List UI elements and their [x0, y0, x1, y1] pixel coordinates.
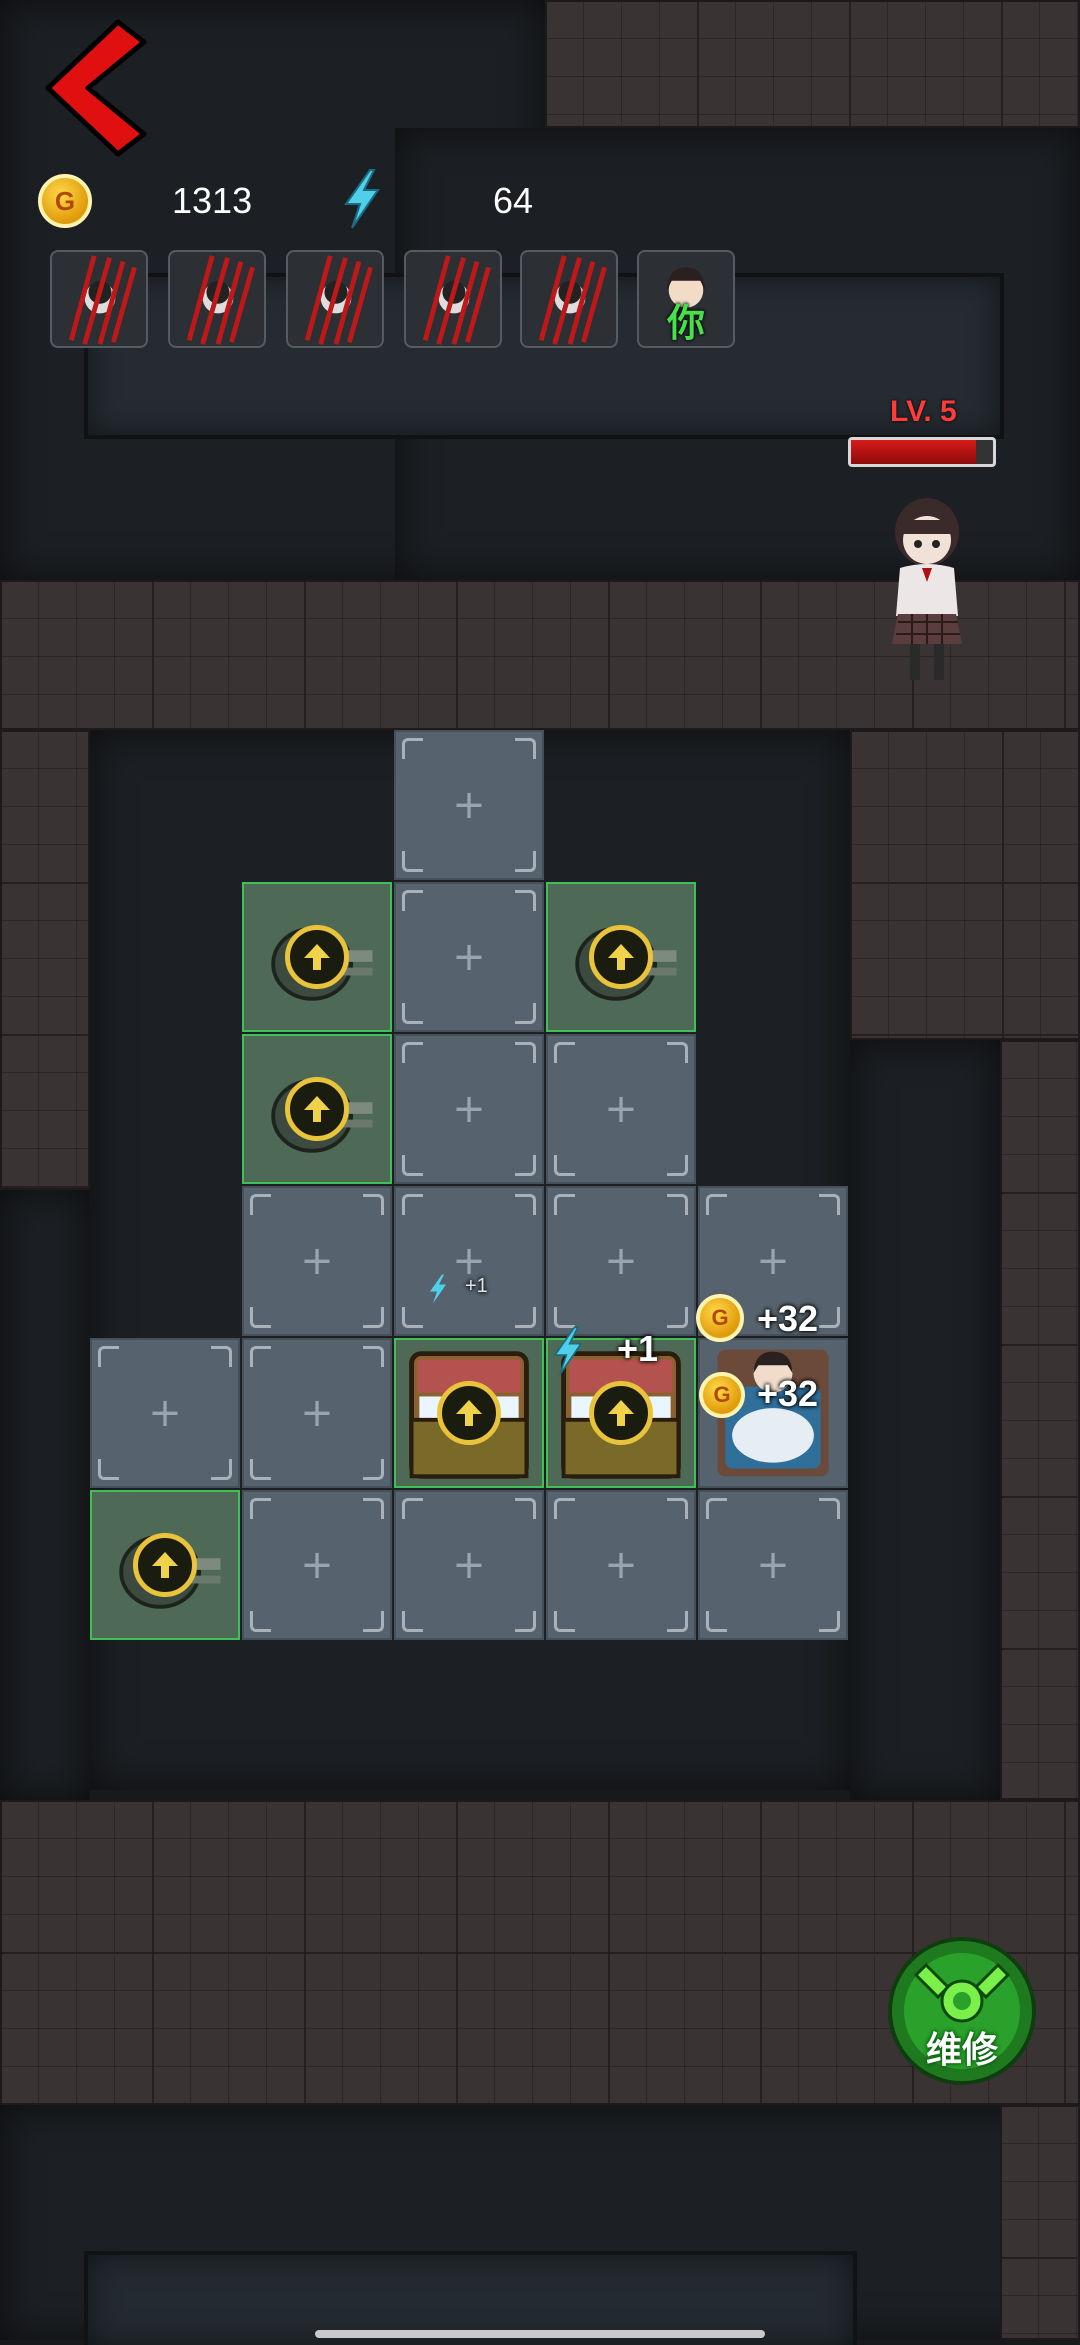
energy-float-small: +1	[465, 1275, 488, 1297]
upgrade-arrow-icon[interactable]	[437, 1381, 501, 1445]
back-button[interactable]	[40, 18, 150, 158]
plus-icon: +	[300, 1390, 334, 1436]
plus-icon: +	[452, 934, 486, 980]
upgrade-arrow-icon[interactable]	[589, 1381, 653, 1445]
turret-slot[interactable]	[242, 882, 392, 1032]
enemy-hp-fill	[851, 440, 976, 464]
plus-icon: +	[756, 1542, 790, 1588]
empty-build-slot[interactable]: +	[546, 1186, 696, 1336]
party-slot-1[interactable]	[50, 250, 148, 348]
empty-build-slot[interactable]: +	[546, 1034, 696, 1184]
repair-button[interactable]: 维修	[886, 1935, 1038, 2087]
empty-build-slot[interactable]: +	[90, 1338, 240, 1488]
repair-label: 维修	[925, 2029, 998, 2070]
party-slot-5[interactable]	[520, 250, 618, 348]
plus-icon: +	[756, 1238, 790, 1284]
claw-scratch-icon	[68, 255, 137, 345]
claw-scratch-icon	[186, 255, 255, 345]
empty-build-slot[interactable]: +	[546, 1490, 696, 1640]
plus-icon: +	[604, 1238, 638, 1284]
plus-icon: +	[452, 1086, 486, 1132]
plus-icon: +	[452, 1542, 486, 1588]
gold-float-2: +32	[757, 1373, 819, 1414]
claw-scratch-icon	[538, 255, 607, 345]
home-indicator	[315, 2330, 765, 2338]
enemy-hp-bar	[848, 437, 996, 467]
plus-icon: +	[604, 1086, 638, 1132]
empty-build-slot[interactable]: +	[394, 1034, 544, 1184]
coin-symbol: G	[713, 1382, 731, 1407]
empty-build-slot[interactable]: +	[242, 1186, 392, 1336]
empty-build-slot[interactable]: +	[242, 1490, 392, 1640]
empty-build-slot[interactable]: +	[394, 882, 544, 1032]
empty-build-slot[interactable]: +	[394, 1490, 544, 1640]
upgrade-arrow-icon[interactable]	[285, 925, 349, 989]
upgrade-arrow-icon[interactable]	[133, 1533, 197, 1597]
chevron-left-icon	[45, 19, 147, 157]
gold-coin-icon: G	[699, 1372, 745, 1418]
empty-build-slot[interactable]: +	[394, 730, 544, 880]
upgrade-arrow-icon[interactable]	[589, 925, 653, 989]
turret-slot[interactable]	[242, 1034, 392, 1184]
empty-build-slot[interactable]: +	[242, 1338, 392, 1488]
empty-build-slot[interactable]: +	[394, 1186, 544, 1336]
lightning-icon	[553, 1326, 583, 1376]
plus-icon: +	[300, 1238, 334, 1284]
plus-icon: +	[604, 1542, 638, 1588]
plus-icon: +	[452, 782, 486, 828]
gold-coin-icon: G	[696, 1294, 744, 1342]
gold-coin-icon: G	[38, 174, 92, 228]
energy-float: +1	[617, 1328, 659, 1369]
plus-icon: +	[300, 1542, 334, 1588]
coin-symbol: G	[54, 185, 76, 216]
gold-amount: 1313	[172, 180, 253, 221]
party-slot-2[interactable]	[168, 250, 266, 348]
energy-amount: 64	[493, 180, 534, 221]
upgrade-arrow-icon[interactable]	[285, 1077, 349, 1141]
enemy-level: LV. 5	[890, 395, 957, 428]
party-slot-4[interactable]	[404, 250, 502, 348]
turret-slot[interactable]	[90, 1490, 240, 1640]
turret-slot[interactable]	[546, 882, 696, 1032]
treasure-chest-slot[interactable]	[394, 1338, 544, 1488]
ghost-girl-enemy[interactable]	[872, 486, 982, 696]
party-slot-you[interactable]: 你	[637, 250, 735, 348]
coin-symbol: G	[711, 1305, 729, 1330]
plus-icon: +	[148, 1390, 182, 1436]
lightning-icon	[344, 169, 380, 229]
you-label: 你	[666, 303, 705, 345]
gold-float-1: +32	[757, 1298, 819, 1339]
lightning-icon	[430, 1274, 446, 1304]
claw-scratch-icon	[422, 255, 491, 345]
party-slot-3[interactable]	[286, 250, 384, 348]
empty-build-slot[interactable]: +	[698, 1490, 848, 1640]
claw-scratch-icon	[304, 255, 373, 345]
